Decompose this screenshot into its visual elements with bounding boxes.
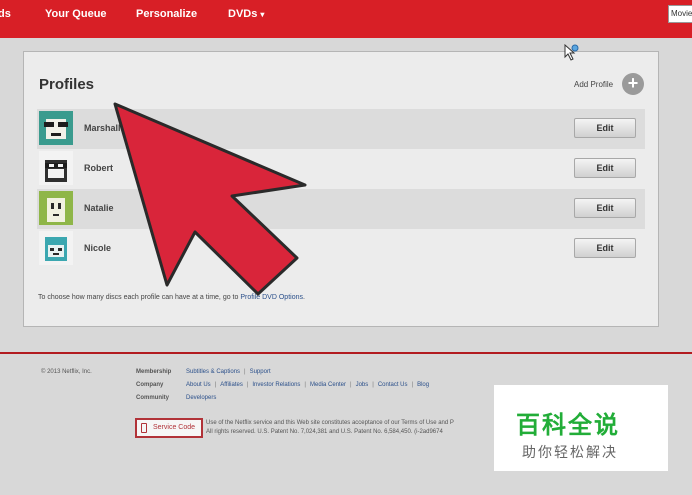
profile-name: Robert (84, 163, 113, 173)
footer-link[interactable]: Blog (417, 382, 429, 388)
service-code-button[interactable]: Service Code (135, 418, 203, 438)
footer-links-company: About Us | Affiliates | Investor Relations | M… (186, 382, 430, 388)
footer-links-membership: Subtitles & Captions | Support (186, 369, 271, 375)
watermark-title: 百科全说 (516, 412, 620, 439)
profile-row: Natalie Edit (37, 189, 645, 229)
profiles-panel: Profiles Add Profile + Marshall Edit Rob… (23, 51, 659, 327)
profile-avatar-icon (39, 191, 73, 225)
watermark-logo: 百科全说 助你轻松解决 (494, 385, 668, 471)
note-text: To choose how many discs each profile ca… (38, 294, 241, 301)
watermark-subtitle: 助你轻松解决 (522, 444, 618, 460)
profile-name: Natalie (84, 203, 114, 213)
profile-row: Nicole Edit (37, 229, 645, 269)
legal-text-line: All rights reserved. U.S. Patent No. 7,0… (206, 429, 443, 435)
footer-link[interactable]: Media Center (310, 382, 346, 388)
chevron-down-icon: ▾ (260, 10, 265, 19)
footer-link[interactable]: Subtitles & Captions (186, 369, 240, 375)
footer-link[interactable]: Affiliates (220, 382, 243, 388)
search-input[interactable]: Movies (668, 5, 692, 23)
footer-links-community: Developers (186, 395, 216, 401)
footer-link[interactable]: About Us (186, 382, 211, 388)
profile-dvd-note: To choose how many discs each profile ca… (38, 294, 305, 301)
profile-dvd-options-link[interactable]: Profile DVD Options (240, 294, 303, 301)
add-profile-button[interactable]: + (622, 73, 644, 95)
mouse-cursor-icon (564, 44, 579, 61)
edit-profile-button[interactable]: Edit (574, 238, 636, 258)
note-end: . (302, 294, 305, 301)
footer-link[interactable]: Contact Us (378, 382, 408, 388)
top-nav-bar: ds Your Queue Personalize DVDs▾ Movies (0, 0, 692, 38)
nav-item-movies[interactable]: ds (0, 8, 11, 20)
edit-profile-button[interactable]: Edit (574, 118, 636, 138)
phone-icon (141, 423, 147, 433)
profile-row: Robert Edit (37, 149, 645, 189)
page-title: Profiles (39, 76, 95, 93)
edit-profile-button[interactable]: Edit (574, 158, 636, 178)
nav-item-your-queue[interactable]: Your Queue (45, 8, 107, 20)
profile-avatar-icon (39, 151, 73, 185)
footer-link[interactable]: Investor Relations (252, 382, 300, 388)
footer-label-company: Company (136, 382, 164, 388)
footer-copyright: © 2013 Netflix, Inc. (41, 369, 92, 375)
edit-profile-button[interactable]: Edit (574, 198, 636, 218)
service-code-label: Service Code (153, 424, 196, 431)
footer-link[interactable]: Support (250, 369, 271, 375)
footer-label-membership: Membership (136, 369, 172, 375)
add-profile-link[interactable]: Add Profile (574, 80, 613, 89)
footer-divider (0, 352, 692, 354)
profile-avatar-icon (39, 231, 73, 265)
nav-item-dvds[interactable]: DVDs ▾ (228, 8, 264, 20)
profile-row: Marshall Edit (37, 109, 645, 149)
nav-item-personalize[interactable]: Personalize (136, 8, 197, 20)
footer-link[interactable]: Jobs (356, 382, 369, 388)
profile-avatar-icon (39, 111, 73, 145)
profile-name: Nicole (84, 243, 112, 253)
legal-text-line: Use of the Netflix service and this Web … (206, 420, 454, 426)
nav-item-dvds-label: DVDs (228, 8, 258, 20)
profile-name: Marshall (84, 123, 121, 133)
footer-label-community: Community (136, 395, 169, 401)
footer-link[interactable]: Developers (186, 395, 216, 401)
